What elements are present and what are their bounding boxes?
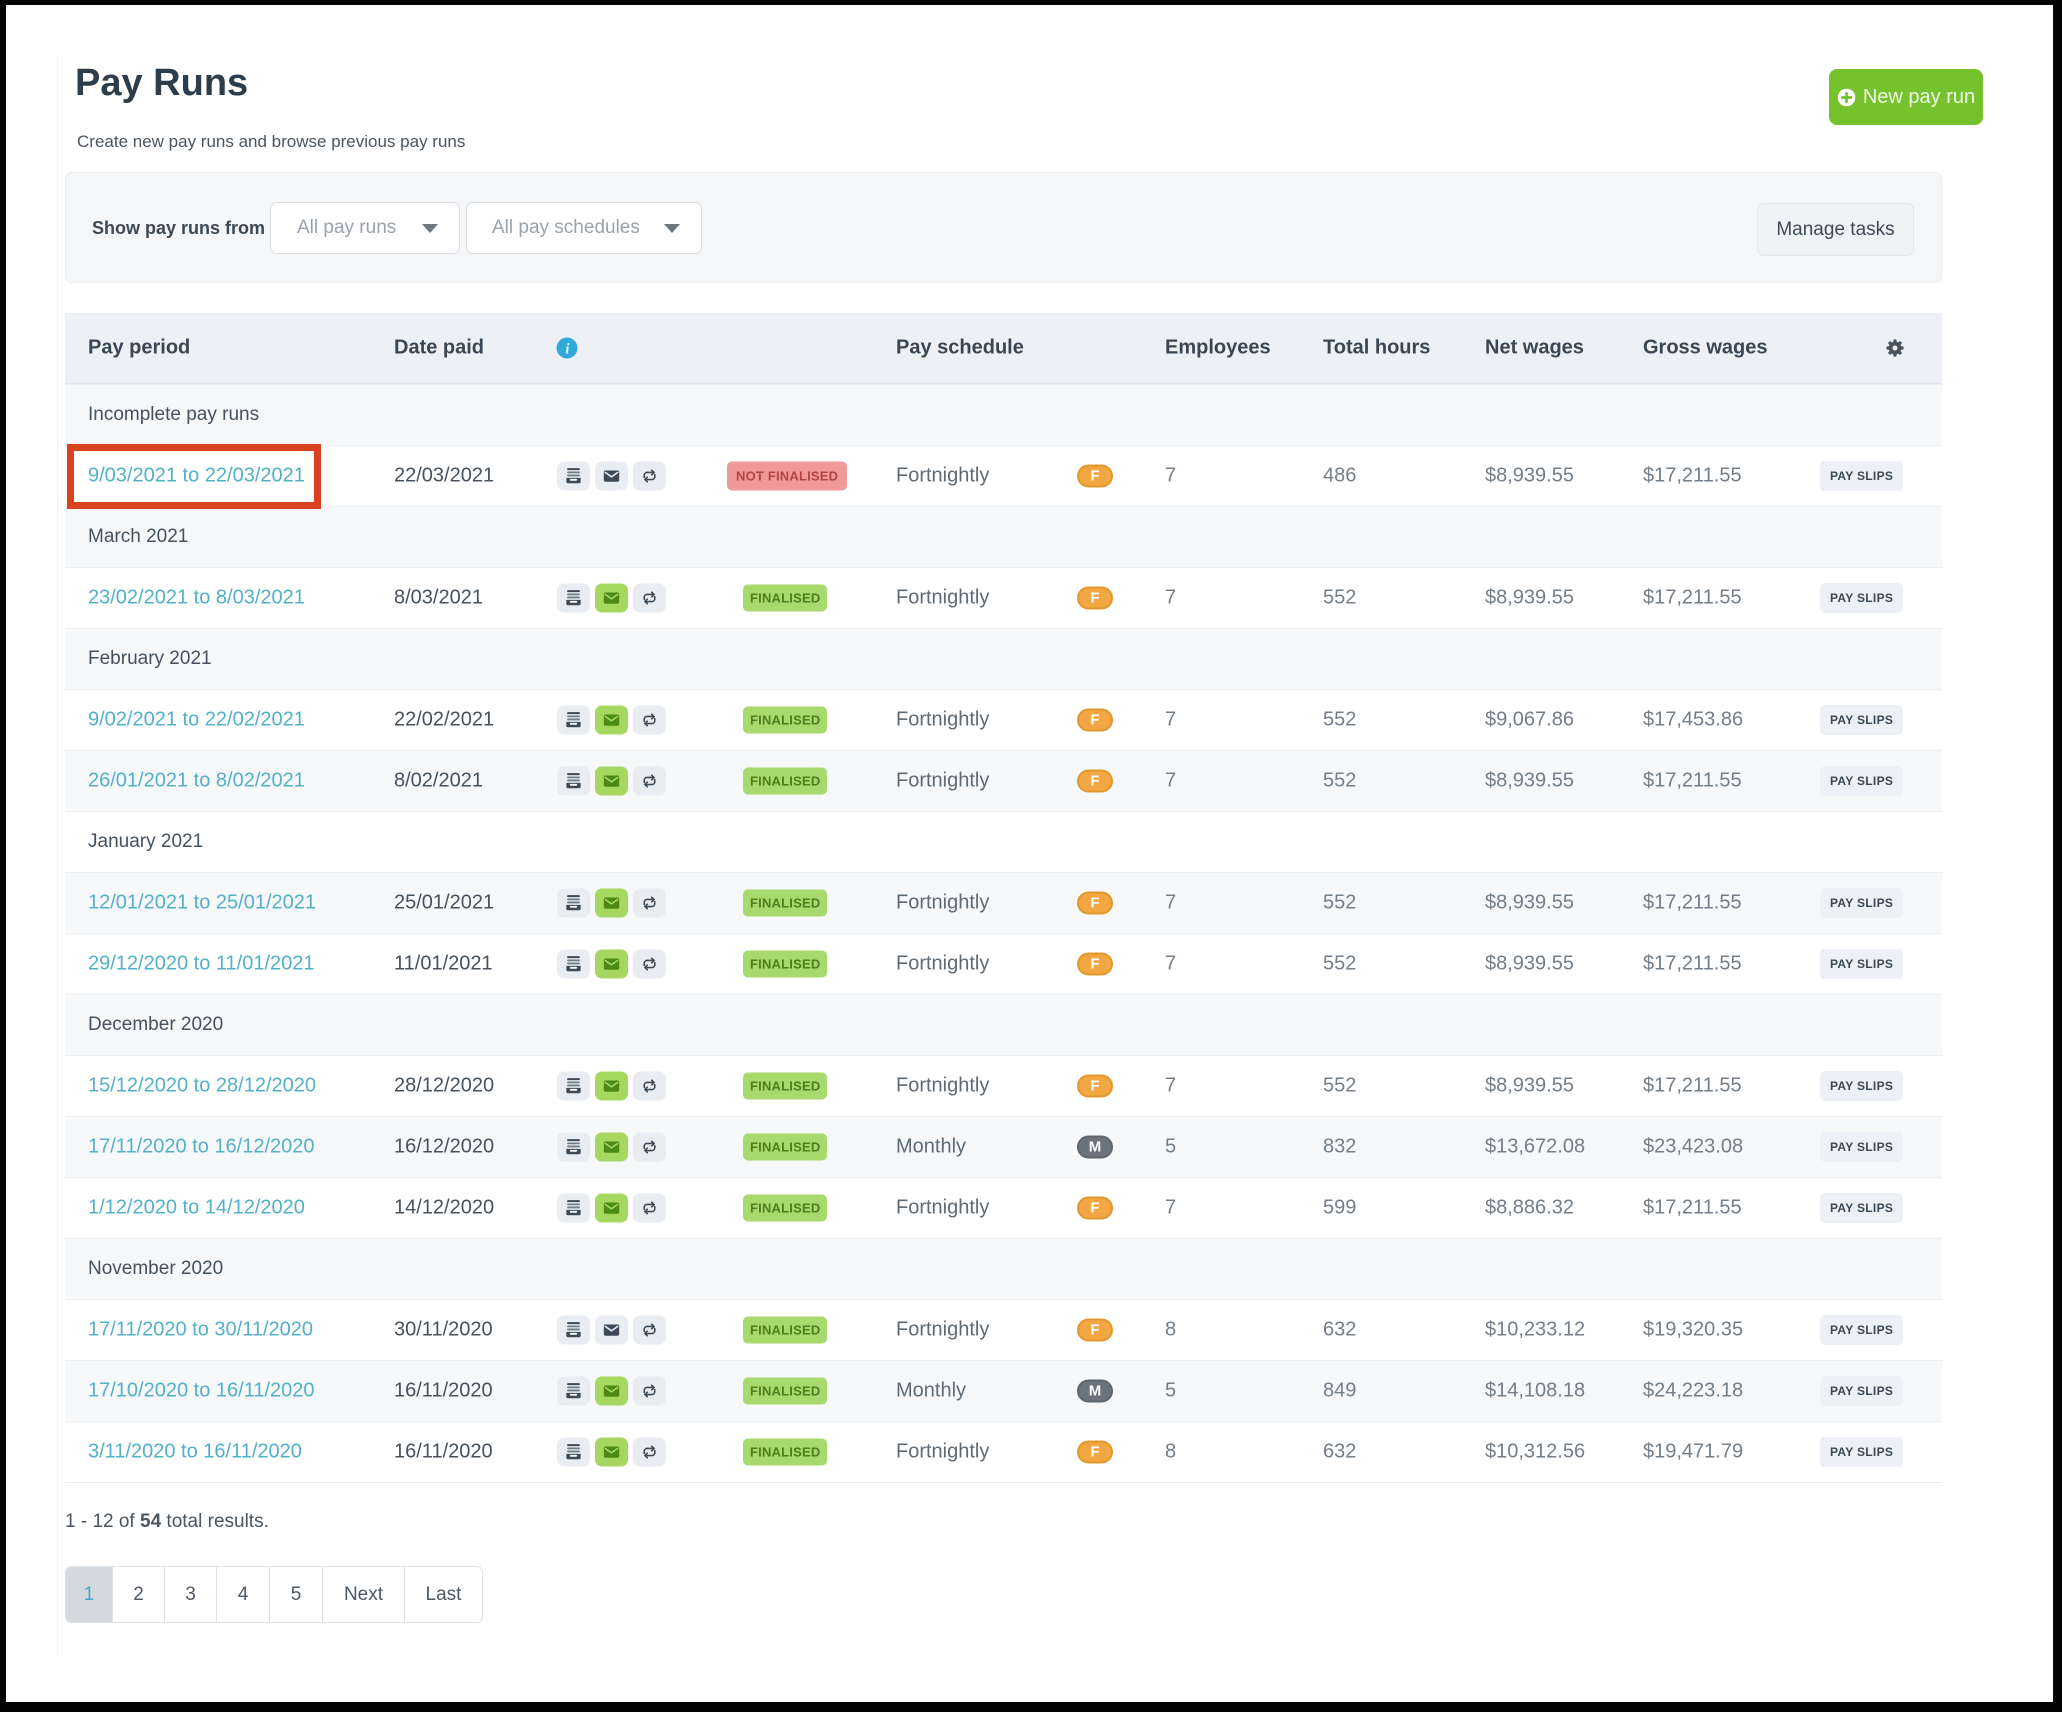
svg-text:i: i — [565, 341, 569, 357]
